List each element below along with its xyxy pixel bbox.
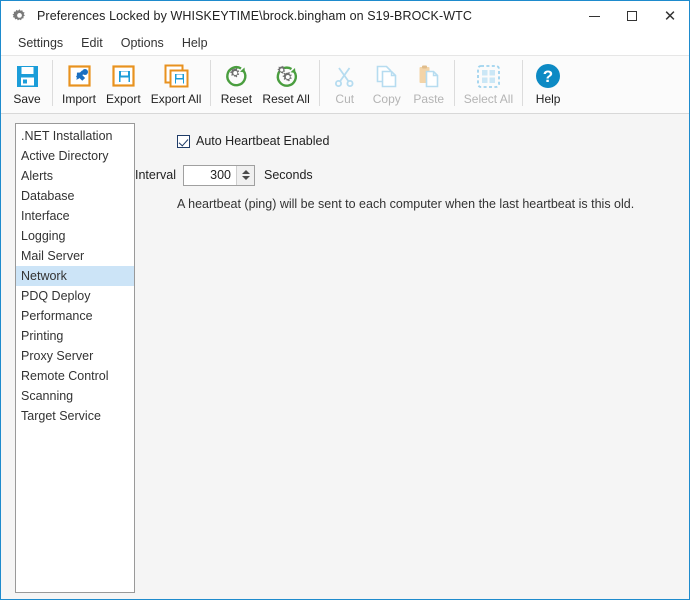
menu-help[interactable]: Help — [173, 33, 217, 53]
toolbar-group-save: Save — [6, 57, 48, 111]
sidebar-item-alerts[interactable]: Alerts — [16, 166, 134, 186]
help-circle-icon: ? — [532, 61, 564, 91]
export-label: Export — [106, 92, 141, 106]
toolbar-group-transfer: Import Export Export All — [57, 57, 206, 111]
auto-heartbeat-label: Auto Heartbeat Enabled — [196, 134, 330, 148]
select-all-button[interactable]: Select All — [459, 57, 518, 109]
export-all-button[interactable]: Export All — [146, 57, 207, 109]
import-button[interactable]: Import — [57, 57, 101, 109]
cut-button[interactable]: Cut — [324, 57, 366, 109]
interval-input[interactable]: 300 — [184, 166, 236, 185]
toolbar-group-select: Select All — [459, 57, 518, 111]
sidebar-item-performance[interactable]: Performance — [16, 306, 134, 326]
copy-pages-icon — [371, 61, 403, 91]
select-all-icon — [472, 61, 504, 91]
toolbar-group-help: ? Help — [527, 57, 569, 111]
interval-units-label: Seconds — [264, 168, 313, 182]
sidebar-item-mail-server[interactable]: Mail Server — [16, 246, 134, 266]
close-icon: ✕ — [663, 7, 677, 25]
title-bar: Preferences Locked by WHISKEYTIME\brock.… — [1, 1, 689, 31]
reset-label: Reset — [220, 92, 253, 106]
interval-stepper[interactable] — [236, 165, 254, 185]
export-all-icon — [160, 61, 192, 91]
toolbar-separator — [453, 60, 455, 106]
heartbeat-hint-text: A heartbeat (ping) will be sent to each … — [177, 197, 635, 211]
interval-spinner[interactable]: 300 — [183, 164, 255, 186]
menu-options[interactable]: Options — [112, 33, 173, 53]
export-button[interactable]: Export — [101, 57, 146, 109]
sidebar-item-net-installation[interactable]: .NET Installation — [16, 126, 134, 146]
help-label: Help — [535, 92, 561, 106]
toolbar-separator — [52, 60, 53, 106]
sidebar-item-active-directory[interactable]: Active Directory — [16, 146, 134, 166]
toolbar-separator — [210, 60, 212, 106]
toolbar-group-clipboard: Cut Copy Paste — [324, 57, 450, 111]
sidebar-item-proxy-server[interactable]: Proxy Server — [16, 346, 134, 366]
sidebar-item-pdq-deploy[interactable]: PDQ Deploy — [16, 286, 134, 306]
paste-button[interactable]: Paste — [408, 57, 450, 109]
sidebar-item-scanning[interactable]: Scanning — [16, 386, 134, 406]
content-area: .NET Installation Active Directory Alert… — [1, 114, 689, 599]
menu-settings[interactable]: Settings — [9, 33, 72, 53]
floppy-disk-icon — [11, 61, 43, 91]
export-icon — [107, 61, 139, 91]
sidebar-item-printing[interactable]: Printing — [16, 326, 134, 346]
gear-icon — [10, 7, 28, 25]
reset-all-label: Reset All — [262, 92, 310, 106]
sidebar-item-database[interactable]: Database — [16, 186, 134, 206]
import-label: Import — [62, 92, 97, 106]
close-button[interactable]: ✕ — [651, 1, 689, 31]
preferences-window: Preferences Locked by WHISKEYTIME\brock.… — [0, 0, 690, 600]
menu-bar: Settings Edit Options Help — [1, 31, 689, 56]
reset-button[interactable]: Reset — [215, 57, 257, 109]
toolbar-group-reset: Reset Reset All — [215, 57, 314, 111]
menu-edit[interactable]: Edit — [72, 33, 112, 53]
save-label: Save — [13, 92, 41, 106]
settings-pane-network: Auto Heartbeat Enabled Interval 300 Seco… — [135, 123, 689, 599]
minimize-button[interactable] — [575, 1, 613, 31]
auto-heartbeat-checkbox[interactable] — [177, 134, 190, 148]
help-button[interactable]: ? Help — [527, 57, 569, 109]
sidebar-item-network[interactable]: Network — [16, 266, 134, 286]
cut-label: Cut — [335, 92, 355, 106]
copy-button[interactable]: Copy — [366, 57, 408, 109]
interval-row: Interval 300 Seconds — [135, 163, 689, 187]
sidebar-item-interface[interactable]: Interface — [16, 206, 134, 226]
window-title: Preferences Locked by WHISKEYTIME\brock.… — [37, 9, 473, 23]
paste-label: Paste — [413, 92, 445, 106]
clipboard-paste-icon — [413, 61, 445, 91]
maximize-button[interactable] — [613, 1, 651, 31]
import-icon — [63, 61, 95, 91]
copy-label: Copy — [372, 92, 401, 106]
reset-gear-icon — [220, 61, 252, 91]
sidebar-item-target-service[interactable]: Target Service — [16, 406, 134, 426]
reset-all-button[interactable]: Reset All — [257, 57, 314, 109]
toolbar: Save Import Export Export All Reset Rese… — [1, 56, 689, 114]
window-controls: ✕ — [575, 1, 689, 31]
chevron-down-icon[interactable] — [241, 176, 250, 180]
toolbar-separator — [522, 60, 524, 106]
minimize-icon — [588, 15, 600, 17]
maximize-icon — [627, 11, 637, 21]
scissors-icon — [329, 61, 361, 91]
auto-heartbeat-row: Auto Heartbeat Enabled — [177, 132, 689, 150]
export-all-label: Export All — [150, 92, 202, 106]
save-button[interactable]: Save — [6, 57, 48, 109]
interval-label: Interval — [135, 168, 176, 182]
svg-text:?: ? — [543, 67, 553, 86]
sidebar-item-logging[interactable]: Logging — [16, 226, 134, 246]
chevron-up-icon[interactable] — [241, 170, 250, 174]
settings-category-list[interactable]: .NET Installation Active Directory Alert… — [15, 123, 135, 593]
select-all-label: Select All — [463, 92, 514, 106]
sidebar-item-remote-control[interactable]: Remote Control — [16, 366, 134, 386]
toolbar-separator — [318, 60, 320, 106]
reset-all-gears-icon — [270, 61, 302, 91]
